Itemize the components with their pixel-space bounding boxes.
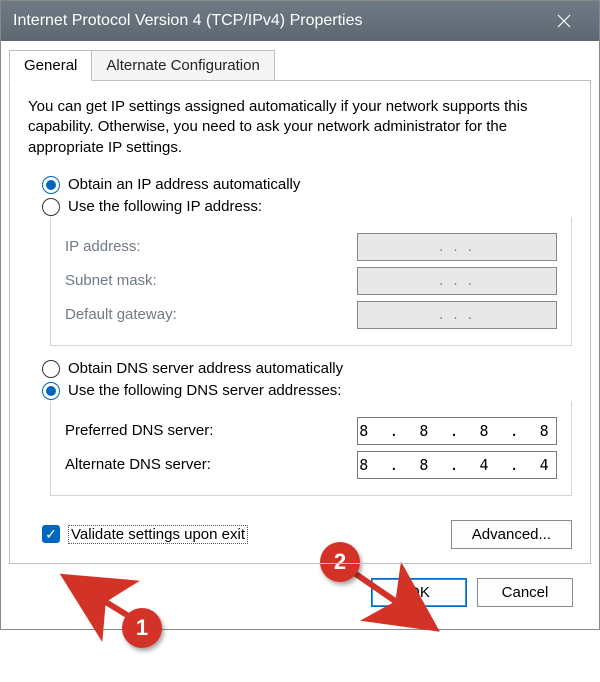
ip-fields-group: IP address: . . . Subnet mask: . . . Def…: [50, 217, 572, 346]
field-label: Preferred DNS server:: [65, 422, 213, 439]
row-subnet-mask: Subnet mask: . . .: [65, 267, 557, 295]
dialog-footer: OK Cancel: [9, 564, 591, 617]
tab-panel-general: You can get IP settings assigned automat…: [9, 80, 591, 564]
alternate-dns-input[interactable]: 8 . 8 . 4 . 4: [357, 451, 557, 479]
row-alternate-dns: Alternate DNS server: 8 . 8 . 4 . 4: [65, 451, 557, 479]
radio-icon: [42, 360, 60, 378]
field-label: Default gateway:: [65, 306, 177, 323]
radio-icon: [42, 176, 60, 194]
radio-icon: [42, 382, 60, 400]
advanced-button[interactable]: Advanced...: [451, 520, 572, 549]
radio-obtain-dns-auto[interactable]: Obtain DNS server address automatically: [42, 360, 572, 378]
intro-text: You can get IP settings assigned automat…: [28, 97, 572, 158]
dialog-window: Internet Protocol Version 4 (TCP/IPv4) P…: [0, 0, 600, 630]
subnet-mask-input: . . .: [357, 267, 557, 295]
checkbox-icon: [42, 525, 60, 543]
preferred-dns-input[interactable]: 8 . 8 . 8 . 8: [357, 417, 557, 445]
tabs: General Alternate Configuration: [9, 50, 591, 81]
radio-use-following-ip[interactable]: Use the following IP address:: [42, 198, 572, 216]
validate-checkbox[interactable]: Validate settings upon exit: [42, 525, 451, 544]
field-label: Alternate DNS server:: [65, 456, 211, 473]
radio-label: Obtain an IP address automatically: [68, 176, 300, 193]
close-icon[interactable]: [541, 1, 587, 41]
row-default-gateway: Default gateway: . . .: [65, 301, 557, 329]
radio-obtain-ip-auto[interactable]: Obtain an IP address automatically: [42, 176, 572, 194]
dns-fields-group: Preferred DNS server: 8 . 8 . 8 . 8 Alte…: [50, 401, 572, 496]
tab-alternate-configuration[interactable]: Alternate Configuration: [92, 50, 274, 81]
radio-label: Obtain DNS server address automatically: [68, 360, 343, 377]
field-label: IP address:: [65, 238, 141, 255]
ip-address-input: . . .: [357, 233, 557, 261]
bottom-row: Validate settings upon exit Advanced...: [28, 520, 572, 549]
radio-icon: [42, 198, 60, 216]
row-ip-address: IP address: . . .: [65, 233, 557, 261]
radio-label: Use the following IP address:: [68, 198, 262, 215]
radio-label: Use the following DNS server addresses:: [68, 382, 341, 399]
tab-general[interactable]: General: [9, 50, 92, 81]
checkbox-label: Validate settings upon exit: [68, 525, 248, 544]
dialog-title: Internet Protocol Version 4 (TCP/IPv4) P…: [13, 12, 541, 30]
field-label: Subnet mask:: [65, 272, 157, 289]
cancel-button[interactable]: Cancel: [477, 578, 573, 607]
titlebar: Internet Protocol Version 4 (TCP/IPv4) P…: [1, 1, 599, 41]
radio-use-following-dns[interactable]: Use the following DNS server addresses:: [42, 382, 572, 400]
row-preferred-dns: Preferred DNS server: 8 . 8 . 8 . 8: [65, 417, 557, 445]
ok-button[interactable]: OK: [371, 578, 467, 607]
default-gateway-input: . . .: [357, 301, 557, 329]
client-area: General Alternate Configuration You can …: [1, 41, 599, 629]
